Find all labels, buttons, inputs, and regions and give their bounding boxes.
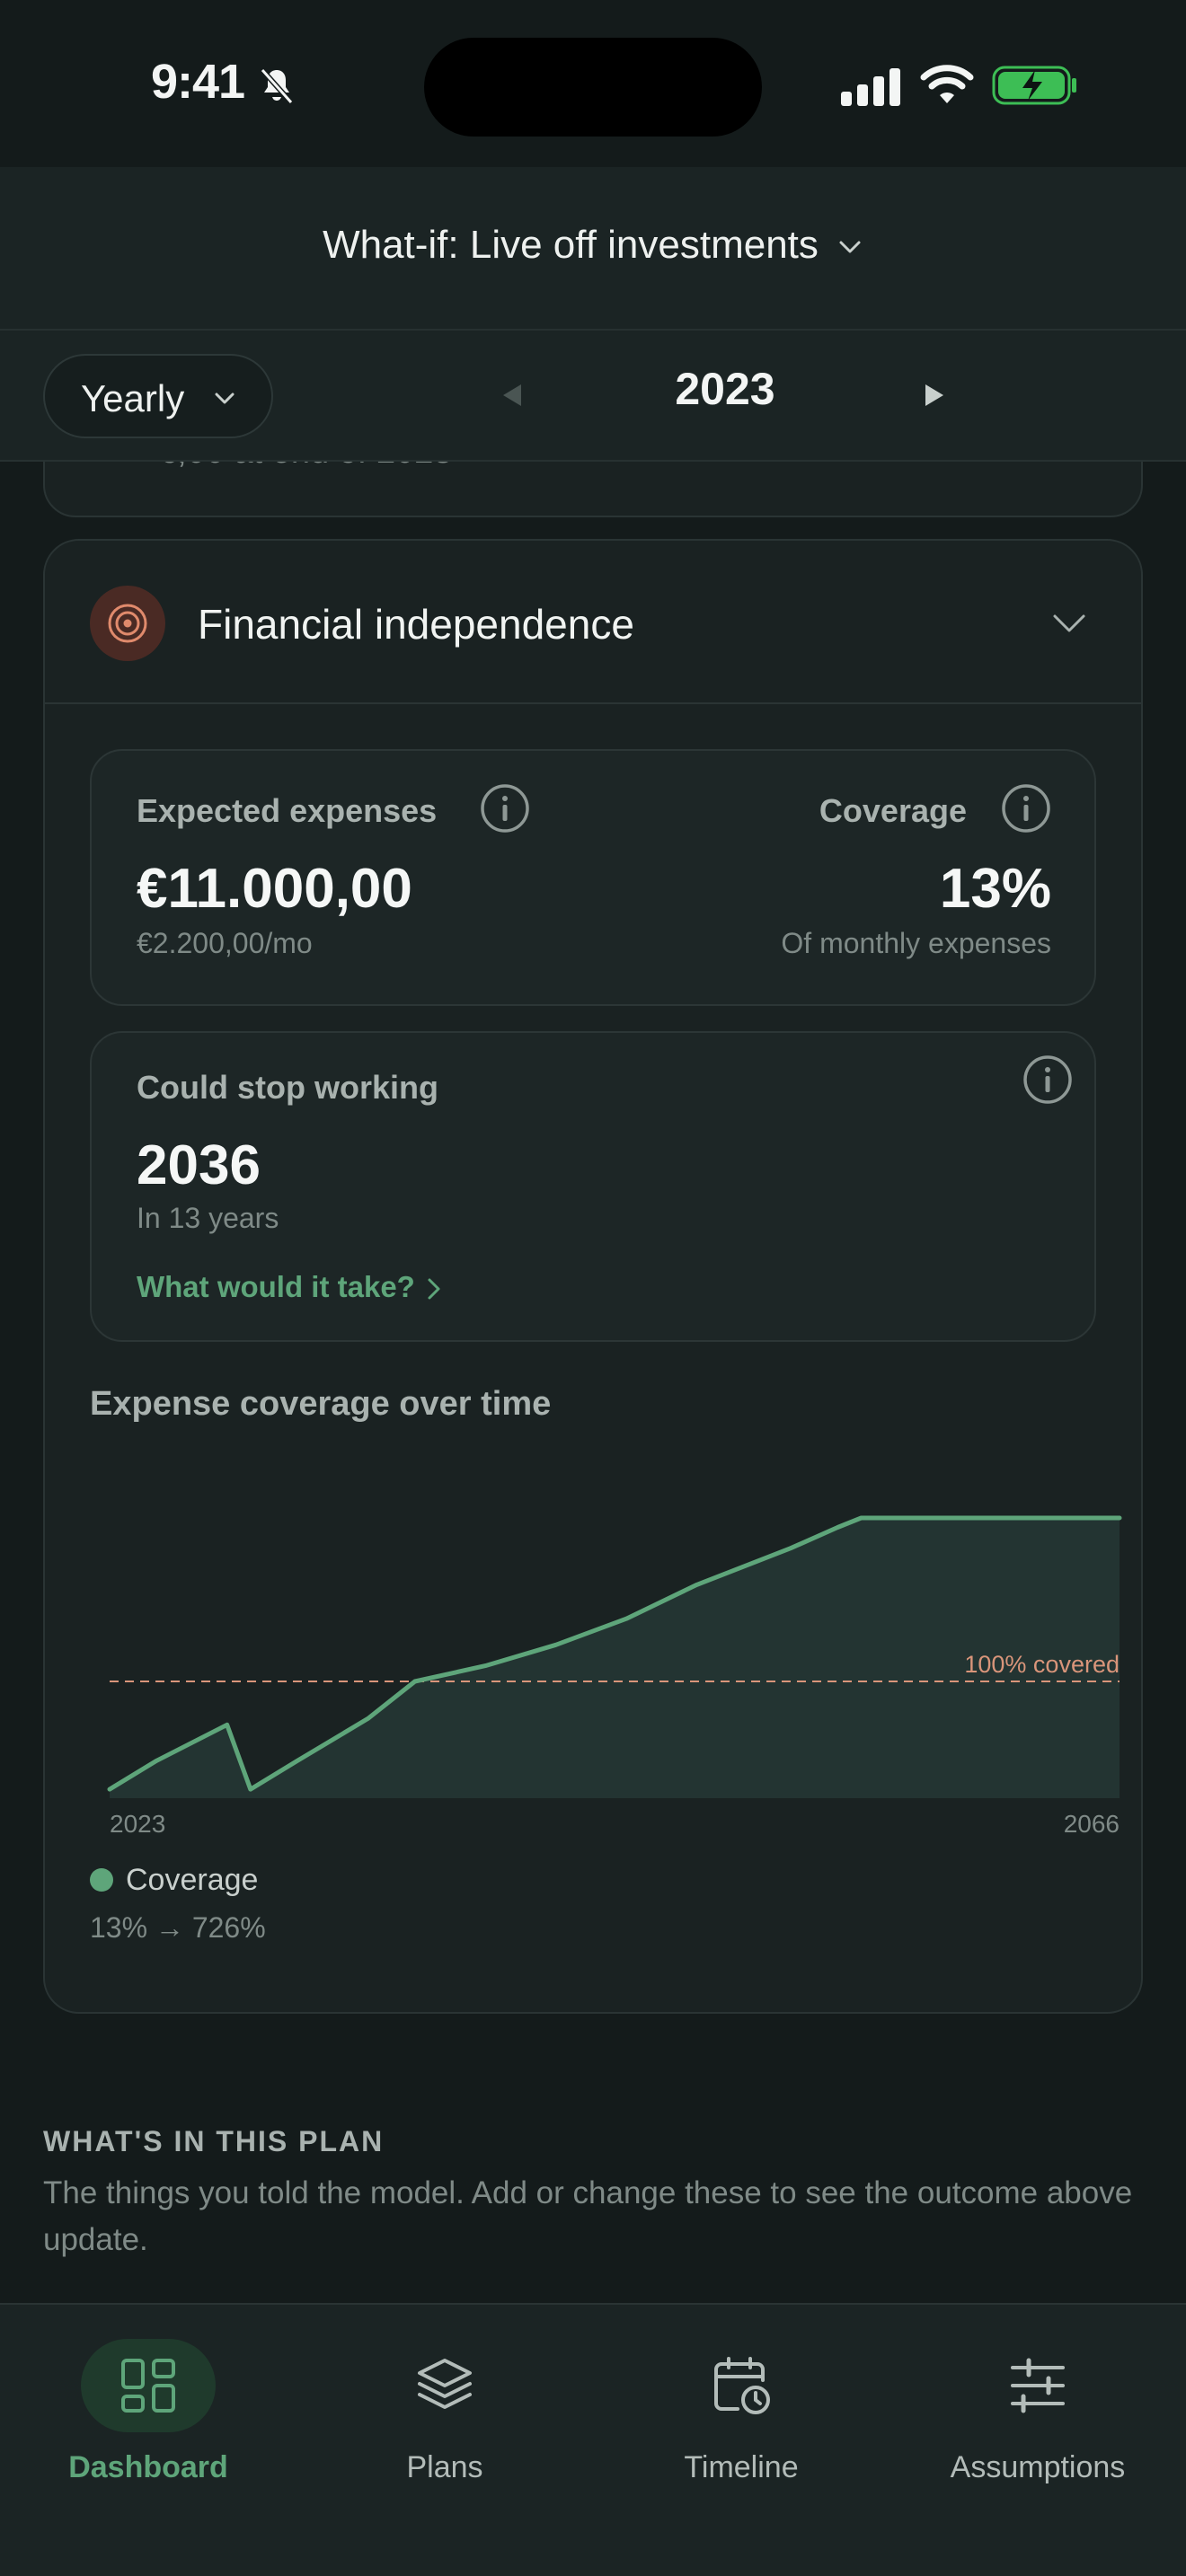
info-icon[interactable] (1022, 1054, 1073, 1105)
status-bar: 9:41 (0, 0, 1186, 167)
chevron-down-icon (839, 241, 861, 253)
next-year-button[interactable] (920, 381, 949, 410)
what-would-it-take-link[interactable]: What would it take? (137, 1270, 444, 1304)
tab-label: Dashboard (68, 2450, 228, 2484)
tab-timeline[interactable]: Timeline (593, 2305, 890, 2576)
stop-working-sub: In 13 years (137, 1202, 279, 1234)
chevron-right-icon (428, 1278, 440, 1300)
coverage-value: 13% (939, 858, 1051, 920)
expenses-coverage-panel: Expected expenses €11.000,00 €2.200,00/m… (90, 749, 1096, 1006)
tab-plans[interactable]: Plans (296, 2305, 593, 2576)
card-header[interactable]: Financial independence (45, 541, 1141, 704)
layers-icon (418, 2359, 472, 2409)
x-axis-start-label: 2023 (110, 1810, 165, 1838)
chevron-down-icon (215, 393, 235, 404)
plan-selector[interactable]: What-if: Live off investments (0, 223, 1186, 268)
stop-working-year: 2036 (137, 1134, 261, 1196)
financial-independence-card: Financial independence Expected expenses… (43, 539, 1143, 2014)
period-mode-label: Yearly (81, 377, 185, 419)
info-icon[interactable] (480, 783, 530, 834)
legend-range: 13% → 726% (90, 1911, 266, 1944)
tab-assumptions[interactable]: Assumptions (890, 2305, 1186, 2576)
reference-line-label: 100% covered (964, 1651, 1120, 1678)
target-badge (90, 586, 165, 661)
chart-title: Expense coverage over time (90, 1385, 552, 1423)
previous-year-button[interactable] (498, 381, 527, 410)
tab-label: Plans (406, 2450, 483, 2484)
legend-series-name: Coverage (126, 1863, 259, 1897)
tab-label: Timeline (684, 2450, 799, 2484)
tab-dashboard[interactable]: Dashboard (0, 2305, 296, 2576)
stop-working-panel: Could stop working 2036 In 13 years What… (90, 1031, 1096, 1342)
expenses-monthly: €2.200,00/mo (137, 927, 313, 959)
coverage-chart: 100% covered 2023 2066 (107, 1515, 1122, 1838)
period-bar: Yearly 2023 (0, 331, 1186, 462)
plan-header: What-if: Live off investments (0, 167, 1186, 331)
period-mode-dropdown[interactable]: Yearly (43, 354, 273, 438)
legend-swatch (90, 1868, 113, 1892)
dynamic-island (424, 38, 762, 137)
calendar-clock-icon (714, 2357, 770, 2414)
section-title: WHAT'S IN THIS PLAN (43, 2125, 385, 2157)
coverage-label: Coverage (819, 792, 967, 829)
stop-working-label: Could stop working (137, 1069, 438, 1106)
info-icon[interactable] (1001, 783, 1051, 834)
target-icon (108, 604, 147, 643)
grid-icon (121, 2359, 175, 2413)
battery-charging-icon (992, 66, 1076, 105)
status-time: 9:41 (151, 55, 245, 109)
coverage-sub: Of monthly expenses (781, 927, 1051, 959)
section-description: The things you told the model. Add or ch… (43, 2175, 1133, 2257)
signal-icon (841, 68, 900, 106)
x-axis-end-label: 2066 (1064, 1810, 1120, 1838)
current-year: 2023 (675, 364, 775, 414)
tab-label: Assumptions (950, 2450, 1126, 2484)
expenses-label: Expected expenses (137, 792, 438, 829)
bell-muted-icon (260, 68, 294, 104)
sliders-icon (1011, 2358, 1065, 2413)
card-title: Financial independence (198, 601, 634, 648)
expenses-value: €11.000,00 (137, 858, 412, 920)
plan-title: What-if: Live off investments (323, 223, 819, 267)
chevron-down-icon[interactable] (1051, 609, 1087, 636)
tab-bar: Dashboard Plans Timeline Assumptions (0, 2303, 1186, 2576)
link-label: What would it take? (137, 1270, 415, 1303)
wifi-icon (920, 65, 974, 103)
